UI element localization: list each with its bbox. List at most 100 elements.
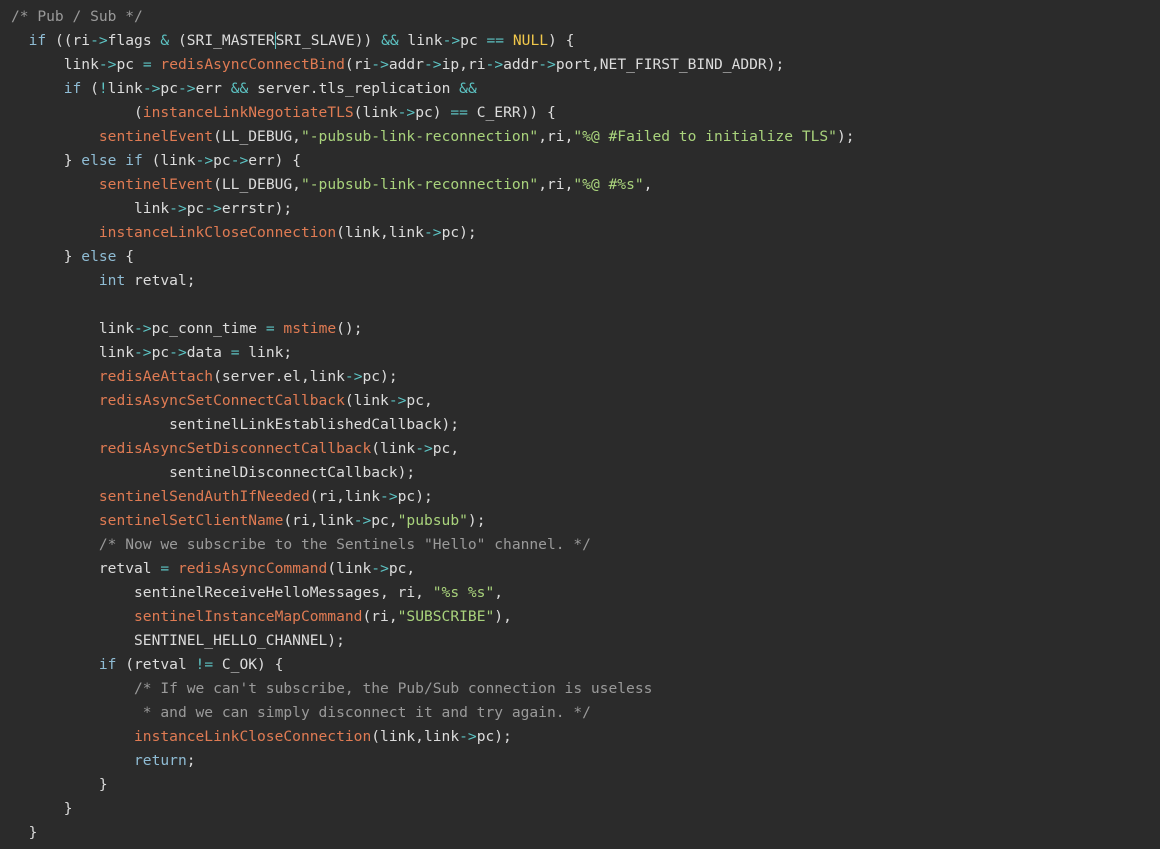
code-token: sentinelDisconnectCallback);	[11, 464, 416, 481]
code-line[interactable]: sentinelSetClientName(ri,link->pc,"pubsu…	[11, 509, 1160, 533]
code-token: (	[11, 104, 143, 121]
code-line[interactable]: link->pc->errstr);	[11, 197, 1160, 221]
code-token: flags	[107, 32, 161, 49]
code-token: pc);	[362, 368, 398, 385]
code-line[interactable]: }	[11, 773, 1160, 797]
function-token: redisAsyncCommand	[177, 560, 328, 577]
function-token: redisAsyncSetConnectCallback	[98, 392, 345, 409]
code-token: ((ri	[46, 32, 91, 49]
code-token: (link	[327, 560, 372, 577]
code-token: data	[186, 344, 231, 361]
code-token: pc	[460, 32, 487, 49]
code-token: (link	[142, 152, 196, 169]
code-token: }	[11, 152, 82, 169]
operator-token: !	[98, 80, 108, 97]
code-token: (link	[371, 440, 416, 457]
function-token: redisAeAttach	[98, 368, 214, 385]
code-line[interactable]: (instanceLinkNegotiateTLS(link->pc) == C…	[11, 101, 1160, 125]
code-token: (link,link	[336, 224, 424, 241]
code-line[interactable]: sentinelSendAuthIfNeeded(ri,link->pc);	[11, 485, 1160, 509]
code-line[interactable]: * and we can simply disconnect it and tr…	[11, 701, 1160, 725]
code-token: C_OK) {	[213, 656, 284, 673]
code-token: (ri,	[362, 608, 398, 625]
function-token: mstime	[283, 320, 337, 337]
code-line[interactable]	[11, 293, 1160, 317]
code-token: ) {	[548, 32, 575, 49]
code-token: (link,link	[371, 728, 460, 745]
code-token: link;	[239, 344, 293, 361]
code-line[interactable]: sentinelReceiveHelloMessages, ri, "%s %s…	[11, 581, 1160, 605]
code-line[interactable]: if (!link->pc->err && server.tls_replica…	[11, 77, 1160, 101]
code-line[interactable]: instanceLinkCloseConnection(link,link->p…	[11, 725, 1160, 749]
code-line[interactable]: int retval;	[11, 269, 1160, 293]
code-token: {	[116, 248, 135, 265]
code-token: (ri,link	[309, 488, 381, 505]
operator-token: ->	[459, 728, 477, 745]
operator-token: ->	[344, 368, 363, 385]
string-token: "-pubsub-link-reconnection"	[300, 176, 539, 193]
code-line[interactable]: sentinelEvent(LL_DEBUG,"-pubsub-link-rec…	[11, 173, 1160, 197]
operator-token: ->	[169, 200, 187, 217]
string-token: "%@ #%s"	[573, 176, 644, 193]
code-line[interactable]: sentinelLinkEstablishedCallback);	[11, 413, 1160, 437]
operator-token: ->	[380, 488, 398, 505]
operator-token: ->	[442, 32, 461, 49]
code-token: pc_conn_time	[151, 320, 266, 337]
operator-token: ->	[134, 320, 152, 337]
code-line[interactable]: if ((ri->flags & (SRI_MASTERSRI_SLAVE)) …	[11, 29, 1160, 53]
function-token: instanceLinkNegotiateTLS	[142, 104, 354, 121]
function-token: sentinelEvent	[98, 128, 214, 145]
string-token: "%@ #Failed to initialize TLS"	[573, 128, 837, 145]
code-token: ,	[494, 584, 504, 601]
code-line[interactable]: if (retval != C_OK) {	[11, 653, 1160, 677]
code-line[interactable]: return;	[11, 749, 1160, 773]
code-token: link	[107, 80, 143, 97]
code-token: ,	[643, 176, 653, 193]
code-token: (link	[353, 104, 398, 121]
string-token: "SUBSCRIBE"	[397, 608, 495, 625]
code-line[interactable]: } else if (link->pc->err) {	[11, 149, 1160, 173]
code-line[interactable]: }	[11, 821, 1160, 845]
function-token: instanceLinkCloseConnection	[134, 728, 372, 745]
code-line[interactable]: link->pc_conn_time = mstime();	[11, 317, 1160, 341]
code-line[interactable]: redisAeAttach(server.el,link->pc);	[11, 365, 1160, 389]
code-line[interactable]: link->pc->data = link;	[11, 341, 1160, 365]
code-line[interactable]: instanceLinkCloseConnection(link,link->p…	[11, 221, 1160, 245]
code-line[interactable]: }	[11, 797, 1160, 821]
code-token: pc	[151, 344, 170, 361]
code-line[interactable]: redisAsyncSetDisconnectCallback(link->pc…	[11, 437, 1160, 461]
code-token: (server.el,link	[213, 368, 345, 385]
code-line[interactable]: /* If we can't subscribe, the Pub/Sub co…	[11, 677, 1160, 701]
code-token: (SRI_MASTER	[169, 32, 275, 49]
operator-token: ->	[424, 56, 442, 73]
code-token: pc,	[388, 560, 416, 577]
code-line[interactable]: sentinelInstanceMapCommand(ri,"SUBSCRIBE…	[11, 605, 1160, 629]
code-line[interactable]: redisAsyncSetConnectCallback(link->pc,	[11, 389, 1160, 413]
code-line[interactable]: sentinelDisconnectCallback);	[11, 461, 1160, 485]
code-token: link	[11, 344, 135, 361]
function-token: sentinelSetClientName	[98, 512, 284, 529]
code-token: pc);	[397, 488, 433, 505]
code-line[interactable]: sentinelEvent(LL_DEBUG,"-pubsub-link-rec…	[11, 125, 1160, 149]
function-token: redisAsyncConnectBind	[160, 56, 345, 73]
code-token: ;	[186, 752, 196, 769]
code-line[interactable]: } else {	[11, 245, 1160, 269]
code-line[interactable]: retval = redisAsyncCommand(link->pc,	[11, 557, 1160, 581]
code-line[interactable]: /* Now we subscribe to the Sentinels "He…	[11, 533, 1160, 557]
operator-token: ->	[142, 80, 161, 97]
code-line[interactable]: SENTINEL_HELLO_CHANNEL);	[11, 629, 1160, 653]
code-line[interactable]: /* Pub / Sub */	[11, 5, 1160, 29]
code-line[interactable]: link->pc = redisAsyncConnectBind(ri->add…	[11, 53, 1160, 77]
code-token: pc,	[371, 512, 398, 529]
operator-token: ->	[538, 56, 556, 73]
code-token: pc	[186, 200, 205, 217]
operator-token: ->	[388, 392, 407, 409]
code-editor[interactable]: /* Pub / Sub */ if ((ri->flags & (SRI_MA…	[0, 0, 1160, 849]
operator-token: =	[265, 320, 275, 337]
function-token: sentinelSendAuthIfNeeded	[98, 488, 310, 505]
